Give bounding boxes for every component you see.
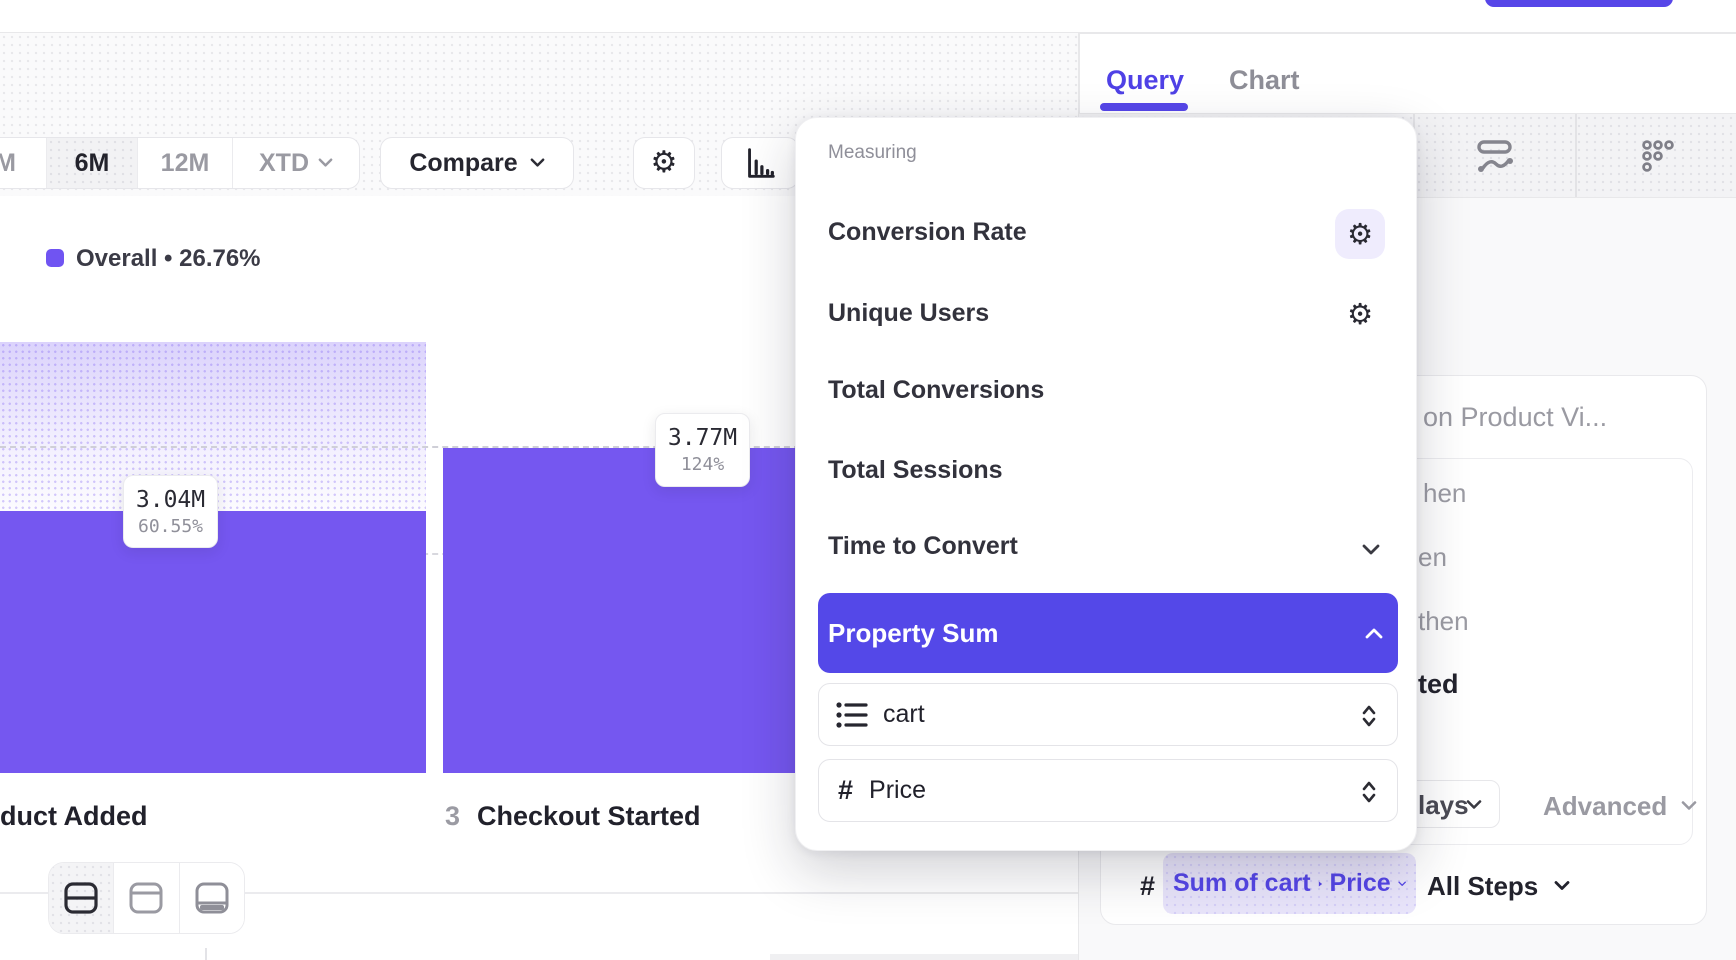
funnel-bar-checkout-started[interactable] bbox=[443, 448, 800, 773]
breakdown-view-button[interactable] bbox=[1576, 114, 1736, 197]
flow-view-button[interactable] bbox=[1414, 114, 1575, 197]
compare-label: Compare bbox=[409, 149, 517, 178]
menu-item-total-sessions[interactable]: Total Sessions bbox=[828, 456, 1003, 485]
selected-item-label: Property Sum bbox=[828, 593, 999, 673]
time-segment-xtd[interactable]: XTD bbox=[233, 138, 359, 188]
gear-icon: ⚙ bbox=[651, 148, 678, 178]
menu-item-property-sum[interactable]: Property Sum bbox=[818, 593, 1398, 673]
time-segment-label: XTD bbox=[259, 149, 309, 178]
layout-toggle-group bbox=[48, 862, 245, 934]
measuring-dropdown: Measuring Conversion Rate Unique Users T… bbox=[795, 117, 1417, 851]
property-sum-chip[interactable]: Sum of cart Price bbox=[1163, 853, 1416, 914]
step-label-product-added[interactable]: duct Added bbox=[0, 800, 148, 832]
chevron-down-icon bbox=[1466, 800, 1482, 810]
chevron-down-icon bbox=[318, 158, 333, 168]
tooltip-value: 3.77M bbox=[668, 425, 737, 451]
all-steps-button[interactable]: All Steps bbox=[1427, 871, 1570, 901]
chip-prefix: Sum of cart bbox=[1173, 869, 1311, 898]
gear-icon: ⚙ bbox=[1347, 220, 1373, 249]
flow-steps-icon bbox=[1473, 136, 1517, 176]
tab-query[interactable]: Query bbox=[1106, 64, 1184, 96]
bar-chart-icon bbox=[741, 144, 779, 182]
value-tooltip: 3.77M 124% bbox=[655, 413, 750, 487]
bottom-bar-icon bbox=[194, 881, 230, 915]
select-value: cart bbox=[883, 700, 925, 729]
caret-right-icon bbox=[1318, 878, 1323, 890]
time-segment-12m[interactable]: 12M bbox=[138, 138, 233, 188]
step-row-fragment: en bbox=[1418, 543, 1447, 571]
top-bar-icon bbox=[128, 881, 164, 915]
value-tooltip: 3.04M 60.55% bbox=[123, 475, 218, 548]
time-segment-label: 12M bbox=[161, 149, 210, 178]
tab-chart[interactable]: Chart bbox=[1229, 64, 1300, 96]
compare-button[interactable]: Compare bbox=[380, 137, 574, 189]
menu-item-total-conversions[interactable]: Total Conversions bbox=[828, 376, 1044, 405]
step-header-fragment: on Product Vi... bbox=[1423, 402, 1607, 432]
all-steps-label: All Steps bbox=[1427, 871, 1538, 901]
menu-item-unique-users[interactable]: Unique Users bbox=[828, 299, 989, 328]
funnel-bar-product-added[interactable] bbox=[0, 511, 426, 773]
tooltip-conversion: 124% bbox=[681, 454, 724, 475]
chevron-down-icon bbox=[1398, 879, 1406, 889]
advanced-label: Advanced bbox=[1543, 792, 1667, 820]
time-segment-m[interactable]: M bbox=[0, 138, 47, 188]
chevron-down-icon bbox=[1362, 544, 1380, 555]
split-rows-icon bbox=[63, 881, 99, 915]
chart-type-button[interactable] bbox=[721, 137, 799, 189]
time-segment-label: 6M bbox=[75, 149, 110, 178]
step-event-fragment: ted bbox=[1418, 669, 1459, 699]
list-icon bbox=[835, 700, 869, 730]
menu-item-conversion-rate[interactable]: Conversion Rate bbox=[828, 218, 1027, 247]
chart-settings-button[interactable]: ⚙ bbox=[633, 137, 695, 189]
menu-item-time-to-convert[interactable]: Time to Convert bbox=[828, 532, 1018, 561]
chevron-down-icon bbox=[1554, 881, 1570, 891]
hash-icon: # bbox=[1140, 871, 1155, 901]
time-range-segmented-control: M 6M 12M XTD bbox=[0, 137, 360, 189]
app-window: M 6M 12M XTD Compare ⚙ Overall • bbox=[0, 0, 1736, 960]
time-segment-label: M bbox=[0, 149, 16, 178]
tooltip-conversion: 60.55% bbox=[138, 516, 203, 537]
table-column-divider bbox=[205, 948, 207, 960]
step-label-checkout-started[interactable]: Checkout Started bbox=[477, 800, 701, 832]
chevron-down-icon bbox=[1681, 801, 1697, 811]
unique-users-settings-button[interactable]: ⚙ bbox=[1335, 289, 1385, 339]
chevron-down-icon bbox=[530, 158, 545, 168]
dots-grid-icon bbox=[1636, 136, 1676, 176]
chevron-up-icon bbox=[1365, 628, 1383, 639]
chip-suffix: Price bbox=[1330, 869, 1391, 898]
step-row-fragment: hen bbox=[1423, 479, 1466, 507]
updown-icon bbox=[1362, 780, 1376, 804]
property-select[interactable]: # Price bbox=[818, 759, 1398, 822]
layout-toggle-top[interactable] bbox=[114, 863, 179, 933]
time-segment-6m[interactable]: 6M bbox=[47, 138, 138, 188]
tab-query-underline bbox=[1100, 103, 1188, 111]
layout-toggle-bottom[interactable] bbox=[180, 863, 244, 933]
step-row-fragment: then bbox=[1418, 607, 1469, 635]
primary-action-button[interactable] bbox=[1485, 0, 1673, 7]
layout-toggle-split[interactable] bbox=[49, 863, 114, 933]
tooltip-value: 3.04M bbox=[136, 487, 205, 513]
advanced-button[interactable]: Advanced bbox=[1543, 792, 1697, 820]
conversion-rate-settings-button[interactable]: ⚙ bbox=[1335, 209, 1385, 259]
gear-icon: ⚙ bbox=[1347, 300, 1373, 329]
select-value: Price bbox=[869, 776, 926, 805]
hash-icon: # bbox=[838, 775, 853, 806]
property-group-select[interactable]: cart bbox=[818, 683, 1398, 746]
legend-swatch[interactable] bbox=[46, 249, 64, 267]
table-cell-fragment bbox=[770, 954, 1078, 960]
updown-icon bbox=[1362, 704, 1376, 728]
step-number: 3 bbox=[445, 800, 460, 832]
conversion-window-label: lays bbox=[1418, 791, 1469, 819]
legend-label[interactable]: Overall • 26.76% bbox=[76, 246, 261, 272]
dropdown-title: Measuring bbox=[828, 142, 917, 164]
